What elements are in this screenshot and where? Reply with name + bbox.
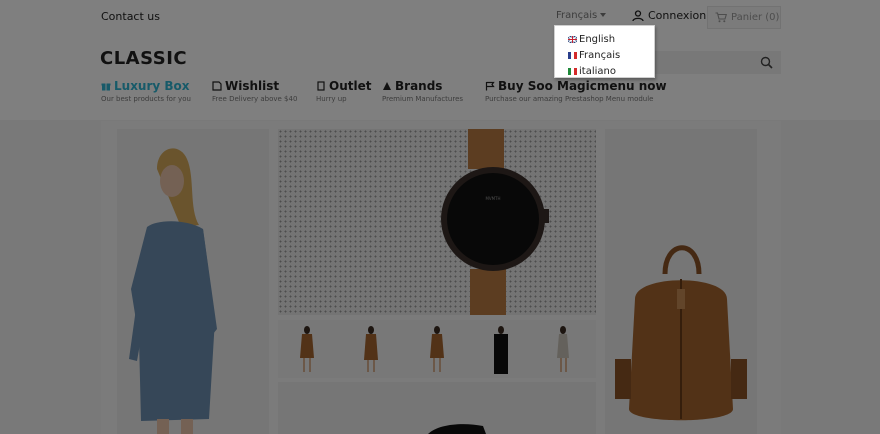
it-flag-icon [568, 67, 577, 75]
language-dropdown-menu: English Français italiano [554, 25, 655, 78]
language-option-english[interactable]: English [555, 31, 654, 47]
uk-flag-icon [568, 35, 577, 43]
language-option-francais[interactable]: Français [555, 47, 654, 63]
language-option-label: Français [579, 49, 621, 61]
language-option-label: italiano [579, 65, 616, 77]
fr-flag-icon [568, 51, 577, 59]
language-option-label: English [579, 33, 616, 45]
modal-backdrop-overlay[interactable] [0, 0, 880, 434]
language-option-italiano[interactable]: italiano [555, 63, 654, 79]
